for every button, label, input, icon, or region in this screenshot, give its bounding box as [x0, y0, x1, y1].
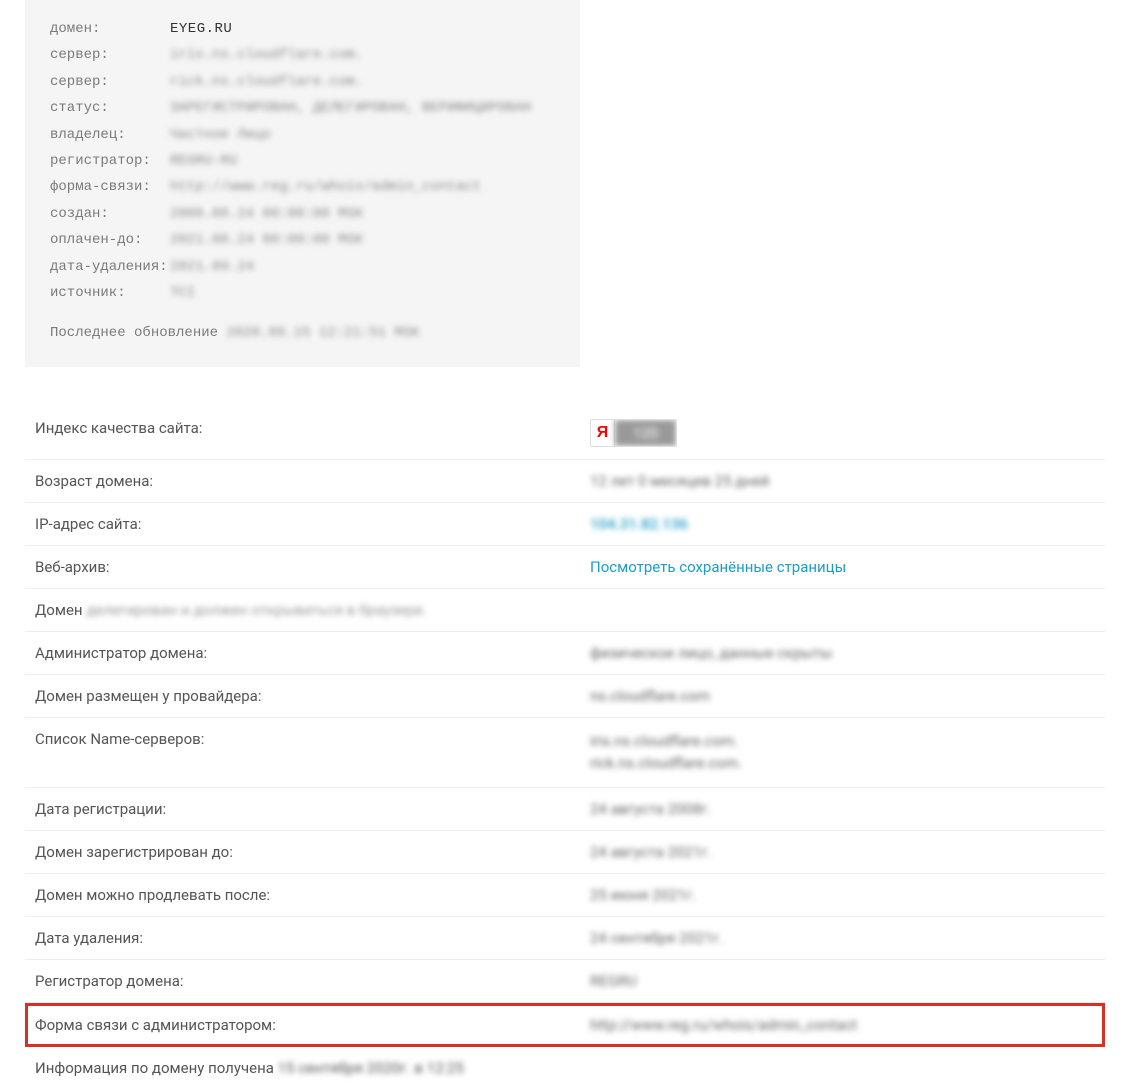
- row-retrieved: Информация по домену получена 15 сентябр…: [25, 1047, 1105, 1089]
- row-contact-form: Форма связи с администратором: http://ww…: [25, 1003, 1105, 1047]
- whois-field-label: домен:: [50, 18, 170, 40]
- whois-field-label: сервер:: [50, 44, 170, 66]
- whois-field-value: 2008.08.24 00:00:00 MSK: [170, 203, 363, 225]
- whois-row: сервер:iris.ns.cloudflare.com.: [50, 44, 555, 66]
- whois-footer-date: 2020.09.15 12:21:51 MSK: [226, 325, 419, 341]
- row-quality-index: Индекс качества сайта: Я 120: [25, 407, 1105, 460]
- value-nameservers: iris.ns.cloudflare.com. rick.ns.cloudfla…: [590, 730, 1095, 775]
- value-registrar: REGRU: [590, 972, 1095, 990]
- label-registrar: Регистратор домена:: [35, 972, 590, 990]
- whois-field-value: http://www.reg.ru/whois/admin_contact: [170, 176, 481, 198]
- whois-field-label: создан:: [50, 203, 170, 225]
- whois-row: статус:ЗАРЕГИСТРИРОВАН, ДЕЛЕГИРОВАН, ВЕР…: [50, 97, 555, 119]
- whois-field-label: регистратор:: [50, 150, 170, 172]
- label-domain-age: Возраст домена:: [35, 472, 590, 490]
- whois-field-value: TCI: [170, 282, 195, 304]
- row-nameservers: Список Name-серверов: iris.ns.cloudflare…: [25, 718, 1105, 788]
- whois-field-value: iris.ns.cloudflare.com.: [170, 44, 363, 66]
- label-admin: Администратор домена:: [35, 644, 590, 662]
- label-provider: Домен размещен у провайдера:: [35, 687, 590, 705]
- row-reg-date: Дата регистрации: 24 августа 2008г.: [25, 788, 1105, 831]
- whois-row: создан:2008.08.24 00:00:00 MSK: [50, 203, 555, 225]
- whois-field-label: статус:: [50, 97, 170, 119]
- whois-field-value: ЗАРЕГИСТРИРОВАН, ДЕЛЕГИРОВАН, ВЕРИФИЦИРО…: [170, 97, 531, 119]
- yandex-logo-icon: Я: [591, 420, 615, 446]
- value-delete-date: 24 сентября 2021г.: [590, 929, 1095, 947]
- retrieved-prefix: Информация по домену получена: [35, 1059, 274, 1077]
- whois-row: сервер:rick.ns.cloudflare.com.: [50, 71, 555, 93]
- retrieved-date: 15 сентября 2020г. в 12:25: [278, 1059, 464, 1077]
- whois-row: домен:EYEG.RU: [50, 18, 555, 40]
- value-web-archive[interactable]: Посмотреть сохранённые страницы: [590, 558, 1095, 576]
- whois-field-label: сервер:: [50, 71, 170, 93]
- row-renewal-after: Домен можно продлевать после: 25 июня 20…: [25, 874, 1105, 917]
- row-domain-status: Домен делегирован и должен открываться в…: [25, 589, 1105, 632]
- whois-field-value: 2021.09.24: [170, 256, 254, 278]
- whois-raw-box: домен:EYEG.RUсервер:iris.ns.cloudflare.c…: [25, 0, 580, 367]
- row-domain-age: Возраст домена: 12 лет 0 месяцев 25 дней: [25, 460, 1105, 503]
- whois-row: оплачен-до:2021.08.24 00:00:00 MSK: [50, 229, 555, 251]
- whois-field-value: rick.ns.cloudflare.com.: [170, 71, 363, 93]
- whois-row: источник:TCI: [50, 282, 555, 304]
- row-ip-address: IP-адрес сайта: 104.31.82.136: [25, 503, 1105, 546]
- whois-row: владелец:Частное Лицо: [50, 124, 555, 146]
- yandex-badge[interactable]: Я 120: [590, 419, 677, 447]
- label-ip-address: IP-адрес сайта:: [35, 515, 590, 533]
- row-web-archive: Веб-архив: Посмотреть сохранённые страни…: [25, 546, 1105, 589]
- label-reg-until: Домен зарегистрирован до:: [35, 843, 590, 861]
- whois-field-value: REGRU-RU: [170, 150, 237, 172]
- row-reg-until: Домен зарегистрирован до: 24 августа 202…: [25, 831, 1105, 874]
- label-quality-index: Индекс качества сайта:: [35, 419, 590, 437]
- row-admin: Администратор домена: физическое лицо, д…: [25, 632, 1105, 675]
- value-admin: физическое лицо, данные скрыты: [590, 644, 1095, 662]
- label-web-archive: Веб-архив:: [35, 558, 590, 576]
- label-renewal-after: Домен можно продлевать после:: [35, 886, 590, 904]
- row-delete-date: Дата удаления: 24 сентября 2021г.: [25, 917, 1105, 960]
- yandex-score: 120: [615, 420, 676, 446]
- whois-field-label: оплачен-до:: [50, 229, 170, 251]
- label-domain-status: Домен делегирован и должен открываться в…: [35, 601, 590, 619]
- whois-field-label: владелец:: [50, 124, 170, 146]
- value-provider: ns.cloudflare.com: [590, 687, 1095, 705]
- value-reg-until: 24 августа 2021г.: [590, 843, 1095, 861]
- value-renewal-after: 25 июня 2021г.: [590, 886, 1095, 904]
- value-ip-address[interactable]: 104.31.82.136: [590, 515, 1095, 533]
- whois-field-value: Частное Лицо: [170, 124, 271, 146]
- whois-field-label: источник:: [50, 282, 170, 304]
- whois-footer: Последнее обновление 2020.09.15 12:21:51…: [50, 322, 555, 344]
- whois-row: дата-удаления:2021.09.24: [50, 256, 555, 278]
- row-provider: Домен размещен у провайдера: ns.cloudfla…: [25, 675, 1105, 718]
- whois-field-label: форма-связи:: [50, 176, 170, 198]
- whois-row: форма-связи:http://www.reg.ru/whois/admi…: [50, 176, 555, 198]
- whois-field-value: 2021.08.24 00:00:00 MSK: [170, 229, 363, 251]
- label-contact-form: Форма связи с администратором:: [35, 1016, 590, 1034]
- value-quality-index: Я 120: [590, 419, 1095, 447]
- value-reg-date: 24 августа 2008г.: [590, 800, 1095, 818]
- domain-status-text: делегирован и должен открываться в брауз…: [86, 601, 426, 619]
- whois-field-value: EYEG.RU: [170, 18, 232, 40]
- label-delete-date: Дата удаления:: [35, 929, 590, 947]
- whois-row: регистратор:REGRU-RU: [50, 150, 555, 172]
- row-registrar: Регистратор домена: REGRU: [25, 960, 1105, 1003]
- whois-field-label: дата-удаления:: [50, 256, 170, 278]
- whois-footer-label: Последнее обновление: [50, 325, 218, 341]
- value-contact-form[interactable]: http://www.reg.ru/whois/admin_contact: [590, 1016, 1095, 1034]
- label-reg-date: Дата регистрации:: [35, 800, 590, 818]
- label-nameservers: Список Name-серверов:: [35, 730, 590, 748]
- info-table: Индекс качества сайта: Я 120 Возраст дом…: [25, 407, 1105, 1089]
- value-domain-age: 12 лет 0 месяцев 25 дней: [590, 472, 1095, 490]
